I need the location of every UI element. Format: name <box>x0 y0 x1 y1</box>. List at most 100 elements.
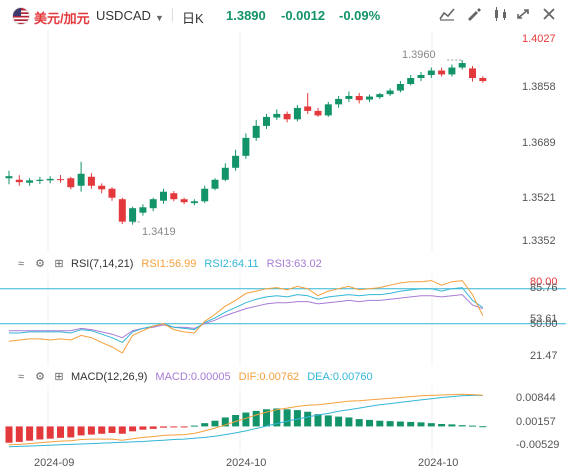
x-label: 2024-10 <box>226 457 267 469</box>
macd-bar <box>252 410 260 427</box>
indicator-icon[interactable] <box>438 7 456 23</box>
macd-bar <box>67 426 75 438</box>
rsi-min-label: 21.47 <box>530 350 558 362</box>
rsi2-line <box>9 287 484 344</box>
macd-bar <box>77 426 85 436</box>
settings-icon[interactable]: ⚙ <box>33 370 47 384</box>
macd-chart[interactable] <box>0 386 566 454</box>
candle-body <box>458 63 466 68</box>
y-label: 1.3521 <box>522 192 556 204</box>
macd-bar <box>57 426 64 438</box>
candle-body <box>180 199 188 203</box>
candle-body <box>263 116 270 126</box>
y-label-min: 1.3352 <box>522 235 556 247</box>
candle-body <box>139 207 147 213</box>
candle-body <box>129 208 137 222</box>
rsi-max-label: 85.76 <box>530 282 558 294</box>
macd-bar <box>314 414 322 427</box>
macd-bar <box>46 426 54 439</box>
macd-mid-label: 0.00157 <box>516 416 556 428</box>
rsi-level-50: 50.00 <box>530 318 558 330</box>
macd-bar <box>15 426 23 442</box>
candle-body <box>149 199 157 209</box>
macd-bar <box>129 426 137 432</box>
price-change: -0.0012 <box>281 8 326 23</box>
dea-value: DEA:0.00760 <box>307 371 373 383</box>
candle-body <box>293 107 301 120</box>
macd-bar <box>87 426 95 435</box>
candle-body <box>46 178 54 181</box>
candle-body <box>98 185 106 190</box>
y-label: 1.3858 <box>522 81 556 93</box>
macd-bar <box>427 423 435 427</box>
compare-icon[interactable] <box>492 7 510 23</box>
low-price-label: 1.3419 <box>142 226 176 238</box>
macd-bar <box>108 426 116 433</box>
period-selector[interactable]: 日K <box>182 8 204 27</box>
candle-body <box>273 113 281 118</box>
settings-icon[interactable]: ⚙ <box>33 257 47 271</box>
candle-body <box>386 90 394 95</box>
macd-bar <box>139 426 147 430</box>
macd-bar <box>335 416 343 427</box>
macd-bar <box>324 415 332 427</box>
candle-body <box>211 179 219 189</box>
flag-icon <box>12 7 30 25</box>
x-label: 2024-09 <box>34 457 75 469</box>
candle-body <box>304 106 312 111</box>
fullscreen-icon[interactable] <box>514 7 532 23</box>
pair-code[interactable]: USDCAD <box>96 8 151 23</box>
indicator-toggle-icon[interactable]: ⊞ <box>52 257 66 271</box>
rsi3-value: RSI3:63.02 <box>266 258 322 270</box>
macd-bar <box>448 424 456 427</box>
macd-min-label: -0.00529 <box>516 439 560 451</box>
candle-body <box>160 191 167 201</box>
macd-max-label: 0.00844 <box>516 392 556 404</box>
candle-body <box>36 179 44 181</box>
draw-icon[interactable] <box>465 7 483 23</box>
macd-bar <box>211 420 219 427</box>
candle-body <box>242 137 250 156</box>
candle-body <box>314 110 322 116</box>
indicator-toggle-icon[interactable]: ⊞ <box>52 370 66 384</box>
collapse-icon[interactable]: ≈ <box>14 257 28 271</box>
macd-bar <box>355 419 363 427</box>
price-change-percent: -0.09% <box>339 8 381 23</box>
macd-bar <box>407 421 415 427</box>
macd-bar <box>304 411 312 427</box>
macd-bar <box>190 425 198 427</box>
candle-body <box>221 167 229 180</box>
macd-bar <box>438 423 446 427</box>
candle-body <box>438 70 446 75</box>
collapse-icon[interactable]: ≈ <box>14 370 28 384</box>
rsi3-line <box>9 294 483 339</box>
candlestick-chart[interactable] <box>0 30 566 252</box>
candle-body <box>469 68 476 79</box>
candle-body <box>77 173 85 186</box>
candle-body <box>67 178 75 188</box>
candle-body <box>366 96 373 100</box>
candle-body <box>417 75 425 79</box>
candle-body <box>345 95 353 99</box>
candle-body <box>26 180 34 183</box>
candle-body <box>170 193 178 200</box>
rsi-title: RSI(7,14,21) <box>71 258 134 270</box>
rsi2-value: RSI2:64.11 <box>204 258 259 270</box>
macd-bar <box>118 426 126 434</box>
candle-body <box>118 199 126 222</box>
chevron-down-icon[interactable]: ▼ <box>155 13 164 23</box>
macd-bar <box>98 426 106 434</box>
y-label: 1.3689 <box>522 137 556 149</box>
candle-body <box>201 188 209 202</box>
candle-body <box>335 98 343 105</box>
macd-bar <box>170 426 178 428</box>
rsi-chart[interactable] <box>0 273 566 365</box>
pair-name[interactable]: 美元/加元 <box>34 8 90 27</box>
close-icon[interactable] <box>540 7 558 23</box>
macd-bar <box>149 426 157 429</box>
macd-bar <box>201 423 209 427</box>
chart-toolbar: 美元/加元 USDCAD ▼ 日K 1.3890 -0.0012 -0.09% <box>0 0 566 30</box>
candle-body <box>15 179 23 183</box>
macd-value: MACD:0.00005 <box>155 371 231 383</box>
candle-body <box>396 83 404 91</box>
